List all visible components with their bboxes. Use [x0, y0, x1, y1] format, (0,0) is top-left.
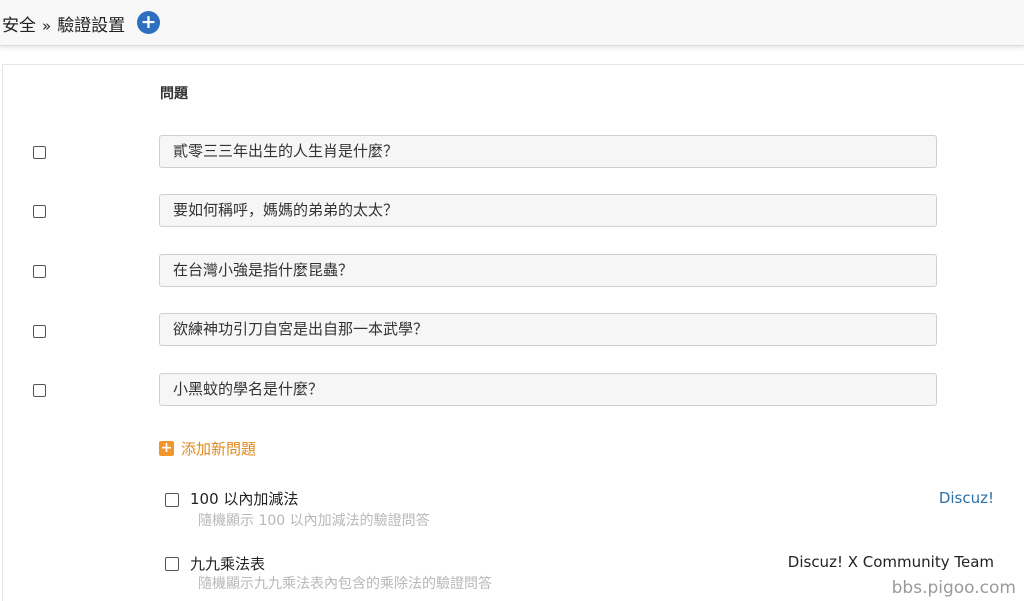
question-checkbox-3[interactable]: [33, 265, 46, 278]
plugin-author-1[interactable]: Discuz!: [939, 489, 994, 507]
watermark: bbs.pigoo.com: [891, 578, 1016, 598]
plus-circle-icon[interactable]: +: [137, 11, 160, 34]
breadcrumb-separator: »: [42, 17, 52, 35]
question-input-5[interactable]: 小黑蚊的學名是什麼？: [159, 373, 937, 406]
question-checkbox-1[interactable]: [33, 146, 46, 159]
breadcrumb: 安全 » 驗證設置: [2, 11, 125, 36]
breadcrumb-root[interactable]: 安全: [2, 16, 36, 36]
question-input-3[interactable]: 在台灣小強是指什麼昆蟲？: [159, 254, 937, 287]
top-bar: 安全 » 驗證設置 +: [0, 0, 1024, 46]
question-checkbox-4[interactable]: [33, 325, 46, 338]
plugin-checkbox-2[interactable]: [165, 557, 179, 571]
plugin-name-1: 100 以內加減法: [190, 490, 299, 508]
plugin-checkbox-1[interactable]: [165, 493, 179, 507]
breadcrumb-current: 驗證設置: [57, 16, 126, 36]
plugin-author-2: Discuz! X Community Team: [787, 553, 994, 571]
plugin-name-2: 九九乘法表: [190, 555, 266, 573]
question-input-2[interactable]: 要如何稱呼，媽媽的弟弟的太太？: [159, 194, 937, 227]
plugin-desc-2: 隨機顯示九九乘法表內包含的乘除法的驗證問答: [198, 576, 492, 592]
plus-square-icon: +: [159, 440, 174, 456]
question-input-4[interactable]: 欲練神功引刀自宮是出自那一本武學？: [159, 313, 937, 346]
question-input-1[interactable]: 貳零三三年出生的人生肖是什麼？: [159, 135, 937, 168]
plugin-desc-1: 隨機顯示 100 以內加減法的驗證問答: [198, 513, 430, 529]
questions-column-header: 問題: [160, 86, 188, 102]
question-checkbox-2[interactable]: [33, 205, 46, 218]
add-new-question-link[interactable]: + 添加新問題: [159, 438, 256, 459]
question-checkbox-5[interactable]: [33, 384, 46, 397]
add-new-question-label: 添加新問題: [181, 440, 257, 458]
